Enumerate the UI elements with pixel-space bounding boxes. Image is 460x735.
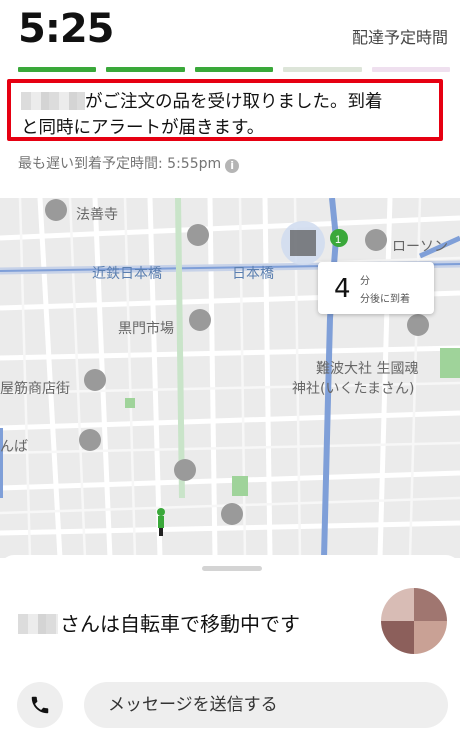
redacted-courier-name — [18, 614, 58, 634]
eta-minutes: 4 — [334, 274, 351, 304]
progress-segment — [283, 67, 362, 72]
eta-unit: 分 — [360, 276, 370, 287]
progress-segment — [18, 67, 97, 72]
latest-arrival-time: 最も遅い到着予定時間: 5:55pm i — [18, 153, 240, 173]
map-label-lawson: ローソン — [392, 239, 448, 255]
progress-segment — [106, 67, 185, 72]
progress-segment — [194, 67, 274, 72]
map-label-shrine-line2: 神社(いくたまさん) — [292, 381, 415, 397]
status-line-2: と同時にアラートが届きます。 — [21, 118, 265, 138]
courier-status: さんは自転車で移動中です — [18, 608, 300, 637]
send-message-button[interactable]: メッセージを送信する — [84, 682, 448, 728]
map-label-namba: んば — [0, 439, 28, 455]
eta-subtext: 分後に到着 — [360, 294, 410, 305]
info-icon[interactable]: i — [225, 159, 240, 173]
redacted-name — [21, 92, 85, 110]
call-button[interactable] — [17, 682, 63, 728]
clock-time: 5:25 — [18, 6, 114, 52]
map-label-temple: 法善寺 — [76, 207, 118, 223]
route-badge: 1 — [335, 234, 341, 246]
map-label-station: 近鉄日本橋 — [92, 266, 162, 282]
eta-card: 4 分 分後に到着 — [318, 262, 434, 314]
map-label-station2: 日本橋 — [232, 266, 274, 282]
progress-segment — [371, 67, 451, 72]
map-label-shrine-line1: 難波大社 生國魂 — [316, 361, 419, 377]
eta-label: 配達予定時間 — [351, 28, 448, 47]
phone-icon — [31, 696, 49, 714]
sheet-drag-handle[interactable] — [202, 566, 262, 571]
status-line-1: がご注文の品を受け取りました。到着 — [21, 89, 431, 115]
progress-bar — [18, 67, 451, 72]
map-label-shotengai: 屋筋商店街 — [0, 381, 70, 397]
map-view[interactable]: 1 法善寺 近鉄日本橋 日本橋 ローソン 黒門市場 難波大社 生國魂 神社(いく… — [0, 198, 460, 558]
courier-avatar[interactable] — [381, 588, 447, 654]
map-label-market: 黒門市場 — [118, 321, 174, 337]
order-status-message: がご注文の品を受け取りました。到着 と同時にアラートが届きます。 — [7, 79, 443, 141]
